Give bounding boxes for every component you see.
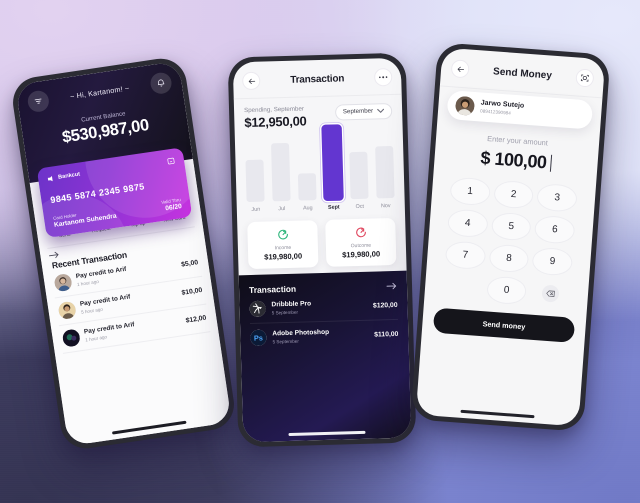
card-brand: Bankcut bbox=[47, 172, 81, 183]
chart-bar-group: Sept bbox=[322, 125, 343, 210]
contactless-icon bbox=[167, 157, 175, 165]
chart-bar bbox=[349, 151, 369, 199]
filter-icon[interactable] bbox=[26, 89, 51, 114]
chart-bar bbox=[245, 159, 265, 202]
arrow-left-icon[interactable] bbox=[242, 71, 261, 91]
key-7[interactable]: 7 bbox=[444, 239, 487, 270]
card-valid-value: 06/20 bbox=[164, 203, 183, 213]
arrow-left-icon[interactable] bbox=[450, 59, 470, 79]
home-greeting: ~ Hi, Kartanom! ~ bbox=[69, 83, 130, 102]
scan-qr-icon[interactable] bbox=[575, 68, 595, 88]
outcome-icon bbox=[353, 224, 368, 239]
income-outcome-row: Income $19,980,00 Outcome $19,980,00 bbox=[237, 208, 407, 270]
list-item[interactable]: Dribbble Pro 5 September $120,00 bbox=[249, 291, 398, 325]
chart-bar-group: Aug bbox=[297, 172, 317, 211]
chart-bars: Jun Jul Aug Sept Oct Nov bbox=[245, 125, 395, 213]
key-2[interactable]: 2 bbox=[492, 179, 535, 210]
phone-home-screen: ~ Hi, Kartanom! ~ Current Balance $530,9… bbox=[15, 60, 232, 447]
key-5[interactable]: 5 bbox=[490, 211, 533, 242]
chart-bar bbox=[270, 142, 291, 201]
avatar bbox=[61, 327, 81, 348]
transaction-amount: $10,00 bbox=[181, 286, 203, 297]
outcome-card[interactable]: Outcome $19,980,00 bbox=[325, 217, 397, 267]
chart-bar-group: Oct bbox=[349, 151, 369, 210]
transaction-info: Pay credit to Arif 1 hour ago bbox=[84, 315, 182, 343]
list-item-info: Dribbble Pro 5 September bbox=[271, 299, 367, 316]
card-holder-block: Card Holder Kartanom Suhendra bbox=[53, 207, 117, 228]
chevron-down-icon bbox=[377, 108, 385, 114]
chart-bar-group: Jun bbox=[245, 159, 265, 213]
text-caret bbox=[549, 154, 553, 172]
avatar bbox=[53, 272, 73, 292]
spending-summary: Spending, September $12,950,00 September bbox=[234, 94, 403, 130]
bell-icon[interactable] bbox=[149, 71, 173, 96]
card-brand-label: Bankcut bbox=[57, 171, 81, 181]
spending-bar-chart: Jun Jul Aug Sept Oct Nov bbox=[235, 125, 405, 213]
transaction-header: Transaction bbox=[233, 58, 402, 99]
key-9[interactable]: 9 bbox=[531, 246, 574, 277]
page-title: Transaction bbox=[290, 72, 345, 86]
chart-bar bbox=[375, 145, 395, 199]
dribbble-icon bbox=[249, 300, 266, 318]
svg-text:Ps: Ps bbox=[254, 333, 263, 342]
phone-transaction-screen: Transaction Spending, September $12,950,… bbox=[232, 57, 412, 443]
key-0[interactable]: 0 bbox=[485, 275, 528, 305]
key-3[interactable]: 3 bbox=[536, 182, 578, 213]
transaction-list-section: Transaction Dribbble Pro 5 September $12… bbox=[238, 270, 412, 443]
income-amount: $19,980,00 bbox=[264, 251, 303, 262]
key-blank bbox=[442, 272, 484, 302]
brand-mark-icon bbox=[47, 175, 53, 182]
chart-bar-active bbox=[322, 125, 343, 200]
list-item[interactable]: Ps Adobe Photoshop 5 September $110,00 bbox=[250, 320, 399, 352]
list-item-date: 5 September bbox=[272, 338, 299, 345]
month-selector-value: September bbox=[342, 107, 374, 116]
more-options-icon[interactable] bbox=[373, 67, 393, 87]
send-money-header: Send Money bbox=[440, 48, 605, 98]
backspace-icon[interactable] bbox=[541, 284, 560, 303]
phone-transaction: Transaction Spending, September $12,950,… bbox=[227, 52, 417, 448]
list-item-amount: $120,00 bbox=[372, 301, 398, 310]
chart-bar bbox=[297, 172, 317, 201]
arrow-right-icon bbox=[386, 282, 397, 290]
income-icon bbox=[275, 226, 290, 241]
home-indicator bbox=[460, 409, 535, 419]
income-card[interactable]: Income $19,980,00 bbox=[247, 219, 319, 270]
key-4[interactable]: 4 bbox=[446, 208, 489, 238]
send-money-button[interactable]: Send money bbox=[432, 307, 576, 343]
contact-avatar bbox=[454, 95, 476, 116]
income-label: Income bbox=[274, 244, 292, 251]
numeric-keypad: 1 2 3 4 5 6 7 8 9 0 bbox=[424, 165, 596, 310]
poster-background: ~ Hi, Kartanom! ~ Current Balance $530,9… bbox=[0, 0, 640, 503]
spending-amount: $12,950,00 bbox=[244, 112, 307, 130]
key-1[interactable]: 1 bbox=[449, 176, 491, 206]
chart-bar-group: Nov bbox=[375, 145, 395, 209]
phone-send-money-screen: Send Money Jarwo Sutejo 089412390984 Ent… bbox=[415, 47, 606, 427]
section-title: Transaction bbox=[248, 283, 297, 296]
spending-block: Spending, September $12,950,00 bbox=[244, 105, 307, 130]
month-selector[interactable]: September bbox=[334, 102, 393, 121]
card-valid-block: Valid Thru 06/20 bbox=[161, 197, 182, 213]
phone-send-money: Send Money Jarwo Sutejo 089412390984 Ent… bbox=[410, 42, 611, 432]
photoshop-icon: Ps bbox=[250, 329, 267, 347]
list-item-info: Adobe Photoshop 5 September bbox=[272, 328, 368, 344]
avatar bbox=[57, 300, 77, 320]
transaction-amount: $12,00 bbox=[185, 314, 207, 325]
recipient-info: Jarwo Sutejo 089412390984 bbox=[480, 100, 524, 117]
phone-home: ~ Hi, Kartanom! ~ Current Balance $530,9… bbox=[9, 55, 238, 452]
list-item-amount: $110,00 bbox=[374, 330, 399, 339]
see-all-button[interactable] bbox=[386, 282, 397, 290]
outcome-amount: $19,980,00 bbox=[342, 249, 381, 260]
key-6[interactable]: 6 bbox=[534, 214, 576, 245]
chart-bar-group: Jul bbox=[270, 142, 291, 212]
key-8[interactable]: 8 bbox=[488, 243, 530, 273]
outcome-label: Outcome bbox=[350, 242, 372, 249]
page-title: Send Money bbox=[492, 65, 553, 82]
transaction-amount: $5,00 bbox=[180, 258, 199, 269]
list-item-date: 5 September bbox=[271, 309, 299, 316]
